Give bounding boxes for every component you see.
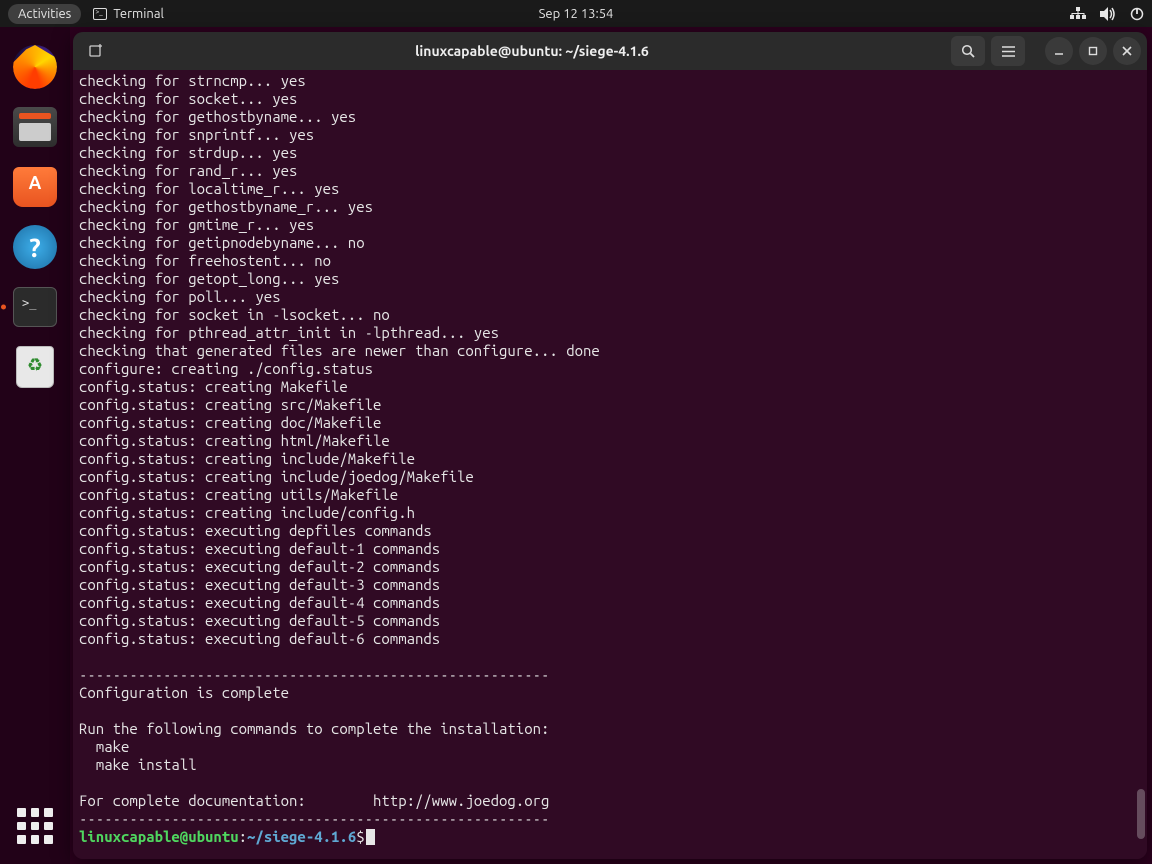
- dock-firefox[interactable]: [9, 41, 61, 93]
- terminal-line: checking for gethostbyname_r... yes: [79, 198, 1141, 216]
- terminal-line: checking for poll... yes: [79, 288, 1141, 306]
- terminal-line: config.status: creating html/Makefile: [79, 432, 1141, 450]
- terminal-line: config.status: executing default-6 comma…: [79, 630, 1141, 648]
- terminal-line: checking for gmtime_r... yes: [79, 216, 1141, 234]
- terminal-line: config.status: creating include/joedog/M…: [79, 468, 1141, 486]
- terminal-line: checking for pthread_attr_init in -lpthr…: [79, 324, 1141, 342]
- terminal-line: configure: creating ./config.status: [79, 360, 1141, 378]
- terminal-line: checking for freehostent... no: [79, 252, 1141, 270]
- terminal-line: [79, 648, 1141, 666]
- terminal-line: checking for rand_r... yes: [79, 162, 1141, 180]
- minimize-button[interactable]: [1045, 37, 1073, 65]
- app-menu-label: Terminal: [113, 7, 164, 21]
- maximize-button[interactable]: [1079, 37, 1107, 65]
- terminal-icon: [13, 287, 57, 327]
- power-icon: [1130, 7, 1144, 21]
- terminal-line: ----------------------------------------…: [79, 810, 1141, 828]
- trash-icon: [16, 346, 54, 388]
- terminal-line: make: [79, 738, 1141, 756]
- terminal-line: checking for socket... yes: [79, 90, 1141, 108]
- terminal-line: For complete documentation: http://www.j…: [79, 792, 1141, 810]
- dock-trash[interactable]: [9, 341, 61, 393]
- terminal-line: config.status: executing default-3 comma…: [79, 576, 1141, 594]
- terminal-line: config.status: executing default-4 comma…: [79, 594, 1141, 612]
- prompt-user: linuxcapable@ubuntu: [79, 828, 239, 845]
- firefox-icon: [13, 45, 57, 89]
- terminal-line: config.status: creating include/config.h: [79, 504, 1141, 522]
- close-button[interactable]: [1113, 37, 1141, 65]
- terminal-line: ----------------------------------------…: [79, 666, 1141, 684]
- terminal-line: Run the following commands to complete t…: [79, 720, 1141, 738]
- terminal-icon: [93, 8, 107, 20]
- terminal-line: [79, 702, 1141, 720]
- window-title: linuxcapable@ubuntu: ~/siege-4.1.6: [119, 43, 945, 59]
- scrollbar[interactable]: [1137, 72, 1145, 851]
- cursor: [366, 829, 375, 845]
- status-area[interactable]: [1070, 7, 1144, 21]
- dock-terminal[interactable]: [9, 281, 61, 333]
- terminal-line: config.status: creating Makefile: [79, 378, 1141, 396]
- terminal-line: checking for strncmp... yes: [79, 72, 1141, 90]
- terminal-line: checking for snprintf... yes: [79, 126, 1141, 144]
- terminal-line: checking for strdup... yes: [79, 144, 1141, 162]
- terminal-line: config.status: creating include/Makefile: [79, 450, 1141, 468]
- prompt-dollar: $: [356, 828, 364, 845]
- apps-grid-icon: [17, 808, 53, 844]
- titlebar: linuxcapable@ubuntu: ~/siege-4.1.6: [73, 32, 1147, 70]
- terminal-line: config.status: creating utils/Makefile: [79, 486, 1141, 504]
- new-tab-button[interactable]: [79, 36, 113, 66]
- terminal-line: [79, 774, 1141, 792]
- terminal-line: config.status: executing default-5 comma…: [79, 612, 1141, 630]
- terminal-line: config.status: creating doc/Makefile: [79, 414, 1141, 432]
- terminal-line: checking for localtime_r... yes: [79, 180, 1141, 198]
- terminal-line: checking for getipnodebyname... no: [79, 234, 1141, 252]
- search-button[interactable]: [951, 36, 985, 66]
- clock[interactable]: Sep 12 13:54: [539, 7, 614, 21]
- prompt-colon: :: [239, 828, 247, 845]
- terminal-line: config.status: executing depfiles comman…: [79, 522, 1141, 540]
- terminal-line: config.status: executing default-1 comma…: [79, 540, 1141, 558]
- terminal-line: checking for gethostbyname... yes: [79, 108, 1141, 126]
- prompt-path: ~/siege-4.1.6: [247, 828, 356, 845]
- terminal-line: Configuration is complete: [79, 684, 1141, 702]
- terminal-line: config.status: executing default-2 comma…: [79, 558, 1141, 576]
- terminal-line: checking for socket in -lsocket... no: [79, 306, 1141, 324]
- terminal-line: make install: [79, 756, 1141, 774]
- menu-button[interactable]: [991, 36, 1025, 66]
- software-icon: [13, 167, 57, 207]
- activities-button[interactable]: Activities: [8, 4, 81, 24]
- dock: ?: [0, 27, 70, 864]
- terminal-line: checking that generated files are newer …: [79, 342, 1141, 360]
- show-applications[interactable]: [9, 800, 61, 852]
- prompt-line[interactable]: linuxcapable@ubuntu:~/siege-4.1.6$: [79, 828, 1141, 846]
- terminal-line: checking for getopt_long... yes: [79, 270, 1141, 288]
- terminal-body[interactable]: checking for strncmp... yeschecking for …: [73, 70, 1147, 859]
- dock-help[interactable]: ?: [9, 221, 61, 273]
- dock-software[interactable]: [9, 161, 61, 213]
- dock-files[interactable]: [9, 101, 61, 153]
- terminal-window: linuxcapable@ubuntu: ~/siege-4.1.6 check…: [73, 32, 1147, 859]
- topbar-left: Activities Terminal: [8, 4, 164, 24]
- terminal-line: config.status: creating src/Makefile: [79, 396, 1141, 414]
- top-bar: Activities Terminal Sep 12 13:54: [0, 0, 1152, 27]
- app-menu[interactable]: Terminal: [93, 7, 164, 21]
- scrollbar-thumb[interactable]: [1137, 789, 1145, 839]
- help-icon: ?: [13, 225, 57, 269]
- volume-icon: [1100, 7, 1116, 21]
- network-icon: [1070, 7, 1086, 21]
- files-icon: [13, 107, 57, 147]
